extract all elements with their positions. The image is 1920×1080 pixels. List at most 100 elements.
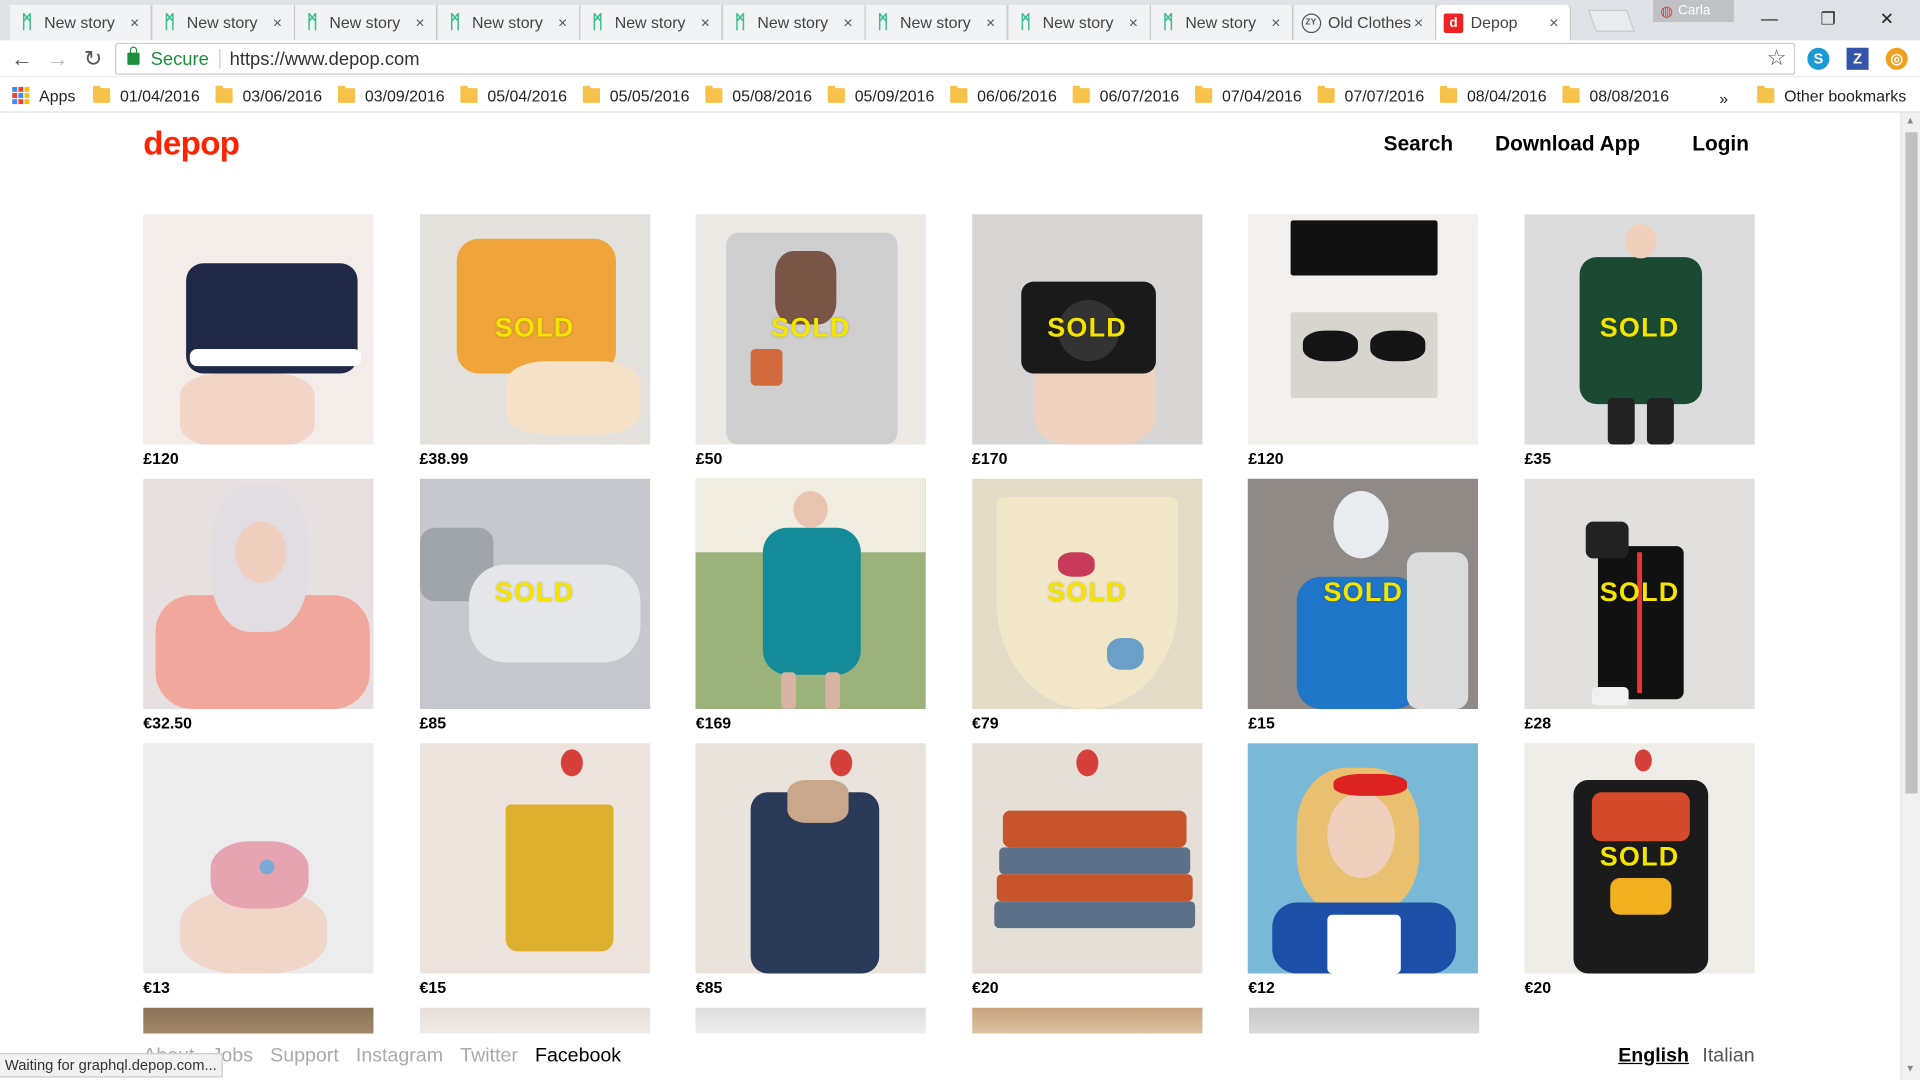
browser-tab[interactable]: ZY Old Clothes × (1293, 4, 1436, 41)
forward-arrow-icon[interactable]: → (45, 46, 69, 71)
close-tab-icon[interactable]: × (1125, 13, 1142, 31)
skype-icon[interactable]: S (1807, 47, 1830, 70)
bookmark-folder[interactable]: 05/04/2016 (460, 83, 567, 107)
product-image[interactable] (419, 743, 650, 974)
product-card[interactable]: SOLD €79 (972, 478, 1203, 734)
product-card[interactable]: £120 (143, 214, 374, 469)
back-arrow-icon[interactable]: ← (10, 46, 34, 71)
lang-english-link[interactable]: English (1618, 1046, 1689, 1068)
product-image[interactable] (695, 743, 926, 974)
other-bookmarks[interactable]: Other bookmarks (1757, 83, 1906, 107)
footer-support-link[interactable]: Support (270, 1046, 339, 1068)
bookmark-folder[interactable]: 05/08/2016 (705, 83, 812, 107)
bookmark-folder[interactable]: 03/09/2016 (337, 83, 445, 107)
browser-tab[interactable]: ᛗ New story × (580, 4, 723, 41)
more-bookmarks-chevron[interactable]: » (1719, 86, 1728, 110)
product-image[interactable] (972, 743, 1203, 974)
browser-tab[interactable]: ᛗ New story × (1008, 4, 1151, 41)
product-card[interactable]: €85 (695, 743, 926, 998)
product-card[interactable]: SOLD £15 (1248, 478, 1479, 734)
product-image[interactable] (143, 478, 374, 709)
address-bar[interactable]: Secure https://www.depop.com ☆ (115, 42, 1796, 75)
new-tab-button[interactable] (1587, 9, 1636, 32)
minimize-icon[interactable]: — (1741, 0, 1797, 37)
product-image[interactable] (695, 478, 926, 709)
depop-logo[interactable]: depop (143, 125, 240, 163)
scroll-down-arrow-icon[interactable]: ▼ (1905, 1063, 1915, 1074)
bookmark-folder[interactable]: 07/04/2016 (1195, 83, 1302, 107)
apps-bookmark[interactable]: Apps (12, 83, 75, 107)
product-card[interactable]: SOLD €20 (1524, 743, 1755, 998)
product-image[interactable]: SOLD (972, 214, 1203, 445)
product-image[interactable]: SOLD (695, 214, 926, 445)
bookmark-folder[interactable]: 03/06/2016 (215, 83, 322, 107)
extension-icon[interactable]: ◎ (1885, 47, 1908, 70)
partial-product-thumb[interactable] (143, 1007, 374, 1034)
product-image[interactable] (1248, 743, 1479, 974)
product-card[interactable]: €12 (1248, 743, 1479, 998)
product-image[interactable]: SOLD (419, 214, 650, 445)
product-card[interactable]: €13 (143, 743, 374, 998)
bookmark-folder[interactable]: 05/09/2016 (827, 83, 934, 107)
url-text[interactable]: https://www.depop.com (230, 48, 420, 69)
nav-download-app-link[interactable]: Download App (1495, 132, 1640, 156)
close-tab-icon[interactable]: × (697, 13, 714, 31)
footer-instagram-link[interactable]: Instagram (356, 1046, 443, 1068)
partial-product-thumb[interactable] (420, 1007, 651, 1034)
browser-tab[interactable]: d Depop × (1436, 4, 1572, 41)
bookmark-folder[interactable]: 05/05/2016 (582, 83, 689, 107)
product-image[interactable]: SOLD (1248, 478, 1479, 709)
product-card[interactable]: SOLD £85 (419, 478, 650, 734)
browser-tab[interactable]: ᛗ New story × (152, 4, 295, 41)
product-image[interactable]: SOLD (972, 478, 1203, 709)
browser-tab[interactable]: ᛗ New story × (295, 4, 438, 41)
reload-icon[interactable]: ↻ (81, 46, 105, 71)
partial-product-thumb[interactable] (695, 1007, 926, 1034)
product-card[interactable]: SOLD £50 (695, 214, 926, 469)
partial-product-thumb[interactable] (972, 1007, 1203, 1034)
scroll-up-arrow-icon[interactable]: ▲ (1905, 115, 1915, 126)
lang-italian-link[interactable]: Italian (1702, 1046, 1754, 1068)
product-image[interactable]: SOLD (1524, 478, 1755, 709)
close-tab-icon[interactable]: × (1545, 13, 1562, 31)
nav-search-link[interactable]: Search (1384, 132, 1453, 156)
star-icon[interactable]: ☆ (1767, 45, 1787, 71)
browser-tab[interactable]: ᛗ New story × (723, 4, 866, 41)
close-tab-icon[interactable]: × (982, 13, 999, 31)
product-image[interactable]: SOLD (1524, 214, 1755, 445)
product-card[interactable]: SOLD £170 (972, 214, 1203, 469)
footer-facebook-link[interactable]: Facebook (535, 1046, 621, 1068)
close-tab-icon[interactable]: × (126, 13, 143, 31)
bookmark-folder[interactable]: 06/06/2016 (950, 83, 1057, 107)
footer-twitter-link[interactable]: Twitter (460, 1046, 518, 1068)
product-card[interactable]: SOLD £35 (1524, 214, 1755, 469)
scroll-thumb[interactable] (1905, 132, 1918, 794)
browser-tab[interactable]: ᛗ New story × (1151, 4, 1294, 41)
zotero-icon[interactable]: Z (1846, 47, 1869, 70)
product-card[interactable]: SOLD £38.99 (419, 214, 650, 469)
close-window-icon[interactable]: ✕ (1859, 0, 1915, 37)
product-card[interactable]: SOLD £28 (1524, 478, 1755, 734)
nav-login-link[interactable]: Login (1692, 132, 1749, 156)
browser-tab[interactable]: ᛗ New story × (865, 4, 1008, 41)
product-card[interactable]: €20 (972, 743, 1203, 998)
product-card[interactable]: €32.50 (143, 478, 374, 734)
product-card[interactable]: £120 (1248, 214, 1479, 469)
bookmark-folder[interactable]: 01/04/2016 (93, 83, 200, 107)
browser-tab[interactable]: ᛗ New story × (9, 4, 152, 41)
page-scrollbar[interactable]: ▲ ▼ (1900, 112, 1920, 1080)
bookmark-folder[interactable]: 07/07/2016 (1317, 83, 1424, 107)
product-image[interactable] (143, 743, 374, 974)
product-image[interactable]: SOLD (419, 478, 650, 709)
bookmark-folder[interactable]: 08/08/2016 (1562, 83, 1669, 107)
browser-tab[interactable]: ᛗ New story × (437, 4, 580, 41)
close-tab-icon[interactable]: × (269, 13, 286, 31)
close-tab-icon[interactable]: × (1267, 13, 1284, 31)
close-tab-icon[interactable]: × (554, 13, 571, 31)
product-image[interactable] (1248, 214, 1479, 445)
bookmark-folder[interactable]: 06/07/2016 (1072, 83, 1179, 107)
partial-product-thumb[interactable] (1248, 1007, 1480, 1034)
product-image[interactable] (143, 214, 374, 445)
close-tab-icon[interactable]: × (411, 13, 428, 31)
bookmark-folder[interactable]: 08/04/2016 (1440, 83, 1547, 107)
